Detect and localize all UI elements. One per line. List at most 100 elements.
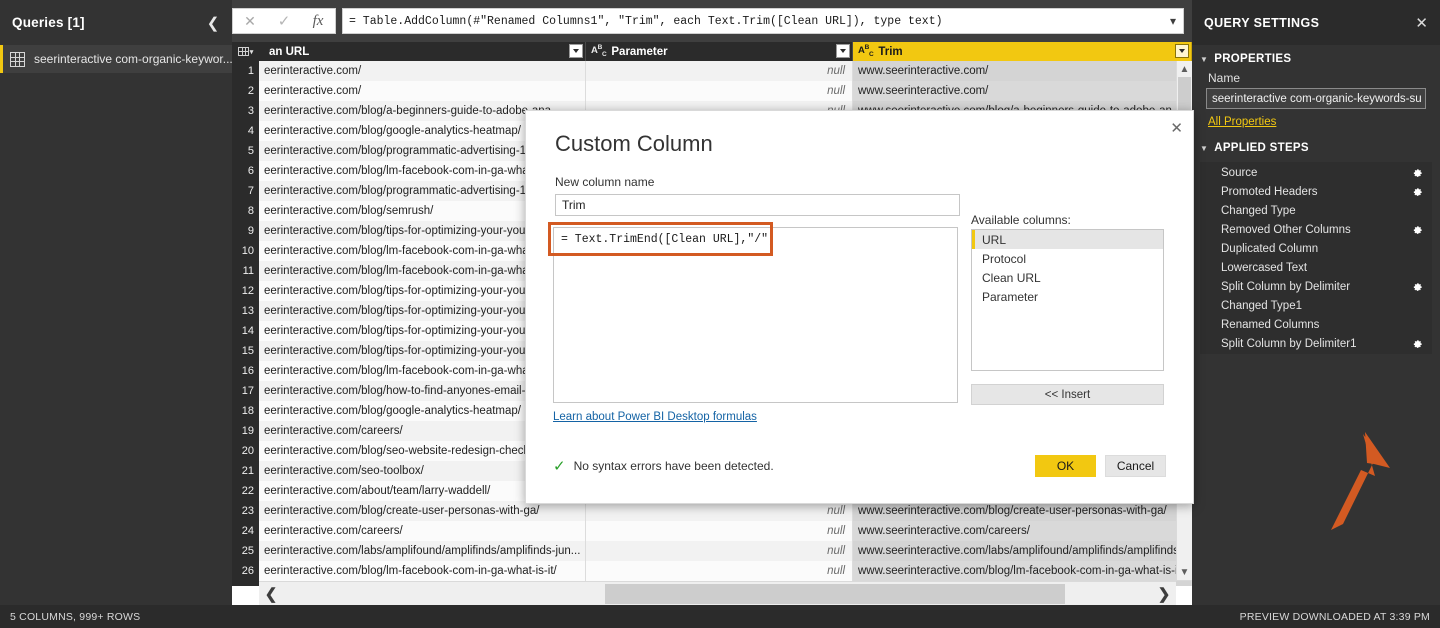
cell-url[interactable]: eerinteractive.com/labs/amplifound/ampli… — [259, 541, 586, 561]
select-all-cell[interactable]: ▾ — [232, 42, 259, 61]
applied-step-item[interactable]: Split Column by Delimiter — [1201, 277, 1431, 296]
available-column-item[interactable]: URL — [972, 230, 1163, 249]
scrollbar-track[interactable] — [283, 582, 1152, 606]
queries-pane: Queries [1] ❮ seerinteractive com-organi… — [0, 0, 232, 605]
applied-step-item[interactable]: Changed Type1 — [1201, 296, 1431, 315]
check-icon[interactable]: ✓ — [267, 9, 301, 33]
close-icon[interactable]: ✕ — [1415, 14, 1428, 32]
chevron-left-icon[interactable]: ❮ — [204, 14, 222, 32]
applied-steps-section-header[interactable]: ▼ APPLIED STEPS — [1192, 134, 1440, 158]
cell-url[interactable]: eerinteractive.com/careers/ — [259, 521, 586, 541]
query-settings-title: QUERY SETTINGS — [1204, 16, 1319, 30]
fx-icon[interactable]: fx — [301, 9, 335, 33]
chevron-down-icon[interactable]: ▾ — [1170, 14, 1176, 28]
gear-icon[interactable] — [1412, 224, 1423, 235]
column-filter-button[interactable] — [569, 44, 583, 58]
cell-trim[interactable]: www.seerinteractive.com/blog/create-user… — [853, 501, 1192, 521]
grid-horizontal-scrollbar[interactable]: ❮ ❯ — [259, 581, 1176, 605]
chevron-left-icon[interactable]: ❮ — [259, 582, 283, 606]
applied-step-label: Split Column by Delimiter — [1221, 281, 1350, 293]
row-number: 26 — [232, 561, 259, 581]
gear-icon[interactable] — [1412, 281, 1423, 292]
cell-trim[interactable]: www.seerinteractive.com/ — [853, 81, 1192, 101]
applied-step-item[interactable]: Split Column by Delimiter1 — [1201, 334, 1431, 353]
applied-step-item[interactable]: Removed Other Columns — [1201, 220, 1431, 239]
cell-trim[interactable]: www.seerinteractive.com/careers/ — [853, 521, 1192, 541]
row-number: 1 — [232, 61, 259, 81]
formula-input[interactable]: = Table.AddColumn(#"Renamed Columns1", "… — [342, 8, 1184, 34]
row-number: 15 — [232, 341, 259, 361]
table-row[interactable]: 1eerinteractive.com/nullwww.seerinteract… — [232, 61, 1192, 81]
row-number: 8 — [232, 201, 259, 221]
applied-step-label: Removed Other Columns — [1221, 224, 1351, 236]
learn-formulas-link[interactable]: Learn about Power BI Desktop formulas — [553, 411, 757, 423]
row-number: 6 — [232, 161, 259, 181]
applied-step-item[interactable]: Changed Type2 — [1201, 353, 1431, 354]
scrollbar-thumb[interactable] — [605, 584, 1066, 604]
cell-url[interactable]: eerinteractive.com/ — [259, 61, 586, 81]
cell-trim[interactable]: www.seerinteractive.com/ — [853, 61, 1192, 81]
column-header-url[interactable]: an URL — [259, 42, 586, 61]
gear-icon[interactable] — [1412, 338, 1423, 349]
close-icon[interactable]: ✕ — [233, 9, 267, 33]
query-item-label: seerinteractive com-organic-keywor... — [34, 52, 232, 66]
row-number: 4 — [232, 121, 259, 141]
chevron-up-icon[interactable]: ▲ — [1177, 61, 1192, 77]
column-header-trim[interactable]: ABC Trim — [853, 42, 1192, 61]
formula-bar-buttons: ✕ ✓ fx — [232, 8, 336, 34]
cell-url[interactable]: eerinteractive.com/ — [259, 81, 586, 101]
close-icon[interactable]: ✕ — [1170, 119, 1183, 137]
grid-header-row: ▾ an URL ABC Parameter ABC Trim — [232, 42, 1192, 61]
properties-section-header[interactable]: ▼ PROPERTIES — [1192, 45, 1440, 69]
formula-text: = Table.AddColumn(#"Renamed Columns1", "… — [349, 15, 943, 28]
applied-step-item[interactable]: Lowercased Text — [1201, 258, 1431, 277]
cell-trim[interactable]: www.seerinteractive.com/blog/lm-facebook… — [853, 561, 1192, 581]
available-column-item[interactable]: Clean URL — [972, 268, 1163, 287]
cell-parameter[interactable]: null — [586, 521, 853, 541]
row-number: 22 — [232, 481, 259, 501]
row-number: 3 — [232, 101, 259, 121]
applied-step-item[interactable]: Renamed Columns — [1201, 315, 1431, 334]
table-row[interactable]: 26eerinteractive.com/blog/lm-facebook-co… — [232, 561, 1192, 581]
table-row[interactable]: 2eerinteractive.com/nullwww.seerinteract… — [232, 81, 1192, 101]
cell-url[interactable]: eerinteractive.com/blog/lm-facebook-com-… — [259, 561, 586, 581]
column-filter-button[interactable] — [1175, 44, 1189, 58]
abc-text-type-icon: ABC — [591, 44, 606, 58]
all-properties-link[interactable]: All Properties — [1208, 116, 1276, 128]
cell-parameter[interactable]: null — [586, 501, 853, 521]
chevron-down-icon[interactable]: ▼ — [1177, 564, 1192, 580]
cell-parameter[interactable]: null — [586, 61, 853, 81]
row-number: 18 — [232, 401, 259, 421]
available-columns-label: Available columns: — [971, 213, 1071, 227]
applied-step-item[interactable]: Promoted Headers — [1201, 182, 1431, 201]
available-column-item[interactable]: Protocol — [972, 249, 1163, 268]
new-column-name-input[interactable]: Trim — [555, 194, 960, 216]
cell-trim[interactable]: www.seerinteractive.com/labs/amplifound/… — [853, 541, 1192, 561]
query-list-item[interactable]: seerinteractive com-organic-keywor... — [0, 45, 232, 73]
column-header-parameter[interactable]: ABC Parameter — [586, 42, 853, 61]
gear-icon[interactable] — [1412, 167, 1423, 178]
cell-parameter[interactable]: null — [586, 81, 853, 101]
gear-icon[interactable] — [1412, 186, 1423, 197]
available-column-item[interactable]: Parameter — [972, 287, 1163, 306]
column-filter-button[interactable] — [836, 44, 850, 58]
custom-column-formula-textarea[interactable]: = Text.TrimEnd([Clean URL],"/") — [553, 227, 958, 403]
ok-button[interactable]: OK — [1035, 455, 1096, 477]
syntax-status: ✓ No syntax errors have been detected. — [553, 457, 774, 475]
applied-step-item[interactable]: Source — [1201, 163, 1431, 182]
row-number: 21 — [232, 461, 259, 481]
chevron-right-icon[interactable]: ❯ — [1152, 582, 1176, 606]
query-name-input[interactable]: seerinteractive com-organic-keywords-su — [1206, 88, 1426, 109]
cell-parameter[interactable]: null — [586, 561, 853, 581]
new-column-name-label: New column name — [526, 175, 1193, 189]
table-row[interactable]: 23eerinteractive.com/blog/create-user-pe… — [232, 501, 1192, 521]
table-row[interactable]: 25eerinteractive.com/labs/amplifound/amp… — [232, 541, 1192, 561]
cancel-button[interactable]: Cancel — [1105, 455, 1166, 477]
cell-parameter[interactable]: null — [586, 541, 853, 561]
row-number: 14 — [232, 321, 259, 341]
cell-url[interactable]: eerinteractive.com/blog/create-user-pers… — [259, 501, 586, 521]
insert-button[interactable]: << Insert — [971, 384, 1164, 405]
applied-step-item[interactable]: Changed Type — [1201, 201, 1431, 220]
applied-step-item[interactable]: Duplicated Column — [1201, 239, 1431, 258]
table-row[interactable]: 24eerinteractive.com/careers/nullwww.see… — [232, 521, 1192, 541]
